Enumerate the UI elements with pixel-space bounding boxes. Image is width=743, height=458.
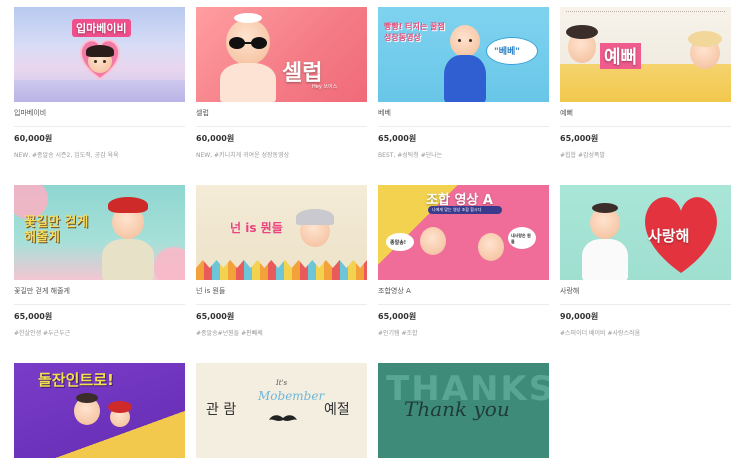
product-price: 90,000원 [560,312,599,321]
product-name[interactable]: 사랑해 [560,286,731,305]
thumbnail-title: 입마베이비 [72,19,131,37]
product-price: 60,000원 [196,134,235,143]
product-card[interactable]: THANKS Thank you [378,363,549,458]
product-card[interactable]: 셀럽 Hey 쓰이스 셀럽 60,000원 NEW, #키니치게 귀여운 성장동… [196,7,367,159]
thumbnail-title: 넌 is 뭔들 [230,221,283,235]
baby-face [108,197,148,239]
thumbnail-title: 돌잔인트로! [38,371,114,389]
product-thumbnail[interactable]: 꽃길만 걷게 해줄게 [14,185,185,280]
baby-face [74,393,100,425]
product-thumbnail[interactable]: It's Mobember 관 람 예절 [196,363,367,458]
product-thumbnail[interactable]: 넌 is 뭔들 [196,185,367,280]
baby-face [590,203,620,239]
product-price: 65,000원 [14,312,53,321]
product-thumbnail[interactable]: THANKS Thank you [378,363,549,458]
thumbnail-script: Thank you [404,397,510,421]
thumbnail-subtitle: 나에게 맞는 영상 조합 합시다 [432,207,482,212]
product-card[interactable]: 빵빵! 터지는 꿀잼 성장동영상 "베베" 베베 65,000원 BEST, #… [378,7,549,159]
blossom-decoration [14,185,48,219]
product-tags: #종알송#넌뭔들 #판빼쎄 [196,330,263,337]
speech-bubble-text: 내사랑은 뭔들 [511,233,531,244]
thumbnail-script: Mobember [258,389,325,403]
product-tags: NEW, #키니치게 귀여운 성장동영상 [196,152,290,159]
flame-border [196,260,367,280]
thumbnail-title: 사랑해 [648,227,690,245]
product-card[interactable]: 입마베이비 입마베이비 60,000원 NEW, #종알송 시즌2, 입도적, … [14,7,185,159]
sunglasses-icon [229,37,267,49]
water-reflection [14,80,185,102]
mustache-icon [268,409,298,421]
baby-face [296,209,334,247]
baby-face [566,25,598,63]
baby-face [478,233,504,261]
product-card[interactable]: 돌잔인트로! [14,363,185,458]
product-tags: NEW, #종알송 시즌2, 입도적, 공감 육육 [14,152,119,159]
blossom-decoration [154,247,185,280]
product-card[interactable]: It's Mobember 관 람 예절 [196,363,367,458]
product-tags: BEST, #성탁청 #단나는 [378,152,443,159]
product-card[interactable]: 사랑해 사랑해 90,000원 #스퍼이더 베이비 #사랑스러움 [560,185,731,337]
product-tags: #힙합 #감성폭발 [560,152,606,159]
baby-face [86,45,114,73]
product-name[interactable]: 꽃길만 걷게 해줄게 [14,286,185,305]
product-name[interactable]: 베베 [378,108,549,127]
product-price: 65,000원 [196,312,235,321]
product-name[interactable]: 셀럽 [196,108,367,127]
product-thumbnail[interactable]: 빵빵! 터지는 꿀잼 성장동영상 "베베" [378,7,549,102]
baby-face [450,25,480,57]
product-tags: #한살인생 #두근두근 [14,330,71,337]
product-thumbnail[interactable]: 예뻐 [560,7,731,102]
product-thumbnail[interactable]: 조합 영상 A 나에게 맞는 영상 조합 합시다 종알송! 내사랑은 뭔들 [378,185,549,280]
thumbnail-title: 꽃길만 걷게 해줄게 [24,215,89,245]
product-tags: #스퍼이더 베이비 #사랑스러움 [560,330,641,337]
product-price: 65,000원 [378,312,417,321]
speech-bubble-text: "베베" [494,47,520,57]
product-thumbnail[interactable]: 입마베이비 [14,7,185,102]
product-price: 65,000원 [378,134,417,143]
product-card[interactable]: 조합 영상 A 나에게 맞는 영상 조합 합시다 종알송! 내사랑은 뭔들 조합… [378,185,549,337]
thumbnail-title: 빵빵! 터지는 꿀잼 성장동영상 [384,22,445,42]
thumbnail-script-top: It's [276,379,288,387]
topbar-mini [566,11,725,15]
product-tags: #인기템 #조합 [378,330,418,337]
product-price: 60,000원 [14,134,53,143]
product-name[interactable]: 입마베이비 [14,108,185,127]
thumbnail-subtitle: Hey 쓰이스 [312,84,338,90]
product-name[interactable]: 예뻐 [560,108,731,127]
thumbnail-title: 관 람 [206,402,237,418]
product-card[interactable]: 꽃길만 걷게 해줄게 꽃길만 걷게 해줄게 65,000원 #한살인생 #두근두… [14,185,185,337]
product-price: 65,000원 [560,134,599,143]
product-card[interactable]: 예뻐 예뻐 65,000원 #힙합 #감성폭발 [560,7,731,159]
product-thumbnail[interactable]: 사랑해 [560,185,731,280]
product-name[interactable]: 넌 is 뭔들 [196,286,367,305]
speech-bubble-text: 종알송! [390,240,407,246]
baby-face [420,227,446,255]
product-name[interactable]: 조합영상 A [378,286,549,305]
product-thumbnail[interactable]: 셀럽 Hey 쓰이스 [196,7,367,102]
product-thumbnail[interactable]: 돌잔인트로! [14,363,185,458]
baby-face [226,13,270,65]
thumbnail-title: 예뻐 [600,43,642,69]
thumbnail-title-2: 예절 [324,402,350,418]
product-card[interactable]: 넌 is 뭔들 넌 is 뭔들 65,000원 #종알송#넌뭔들 #판빼쎄 [196,185,367,337]
